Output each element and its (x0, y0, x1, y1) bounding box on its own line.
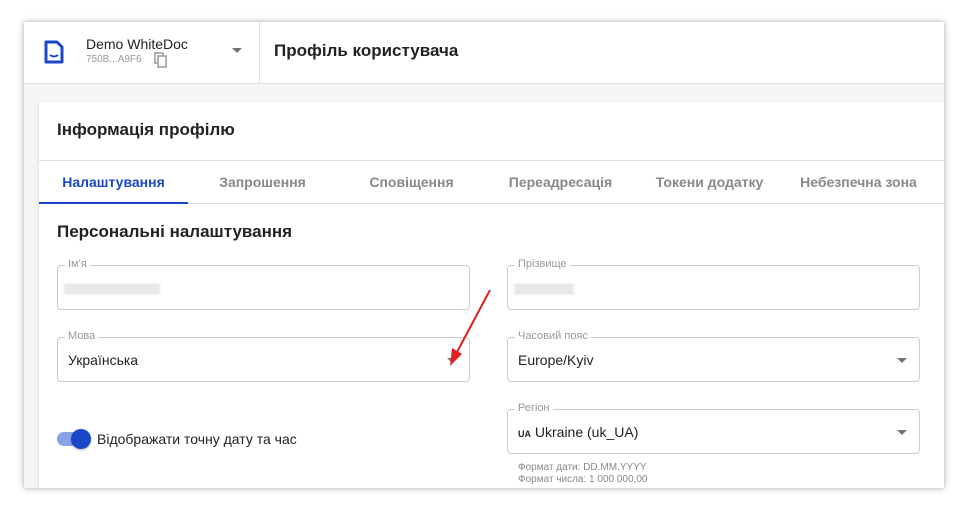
toggle-label: Відображати точну дату та час (97, 431, 297, 447)
flag-icon: UA (518, 429, 531, 439)
tab-notifications[interactable]: Сповіщення (337, 161, 486, 204)
red-arrow-annotation (450, 289, 491, 366)
number-format-hint: Формат числа: 1 000 000,00 (518, 474, 648, 485)
top-bar: Demo WhiteDoc 750B...A9F6 Профіль корист… (24, 22, 944, 84)
blurred-value (64, 284, 160, 294)
timezone-value: Europe/Kyiv (518, 352, 594, 368)
document-icon (44, 40, 64, 64)
workspace-name: Demo WhiteDoc (86, 36, 188, 52)
workspace-selector[interactable]: Demo WhiteDoc 750B...A9F6 (24, 22, 260, 84)
language-value: Українська (68, 352, 139, 368)
region-label: Регіон (515, 402, 553, 414)
page-title: Профіль користувача (274, 41, 459, 60)
copy-icon[interactable] (154, 52, 168, 68)
exact-datetime-toggle[interactable] (57, 429, 91, 449)
chevron-down-icon[interactable] (232, 48, 242, 53)
date-format-hint: Формат дати: DD.MM.YYYY (518, 462, 647, 473)
card-title: Інформація профілю (57, 120, 235, 139)
language-select[interactable]: Мова Українська (57, 330, 470, 382)
language-label: Мова (65, 330, 99, 342)
workspace-id: 750B...A9F6 (86, 54, 142, 65)
last-name-label: Прізвище (515, 258, 570, 270)
last-name-field[interactable]: Прізвище (507, 258, 920, 310)
app-window: Demo WhiteDoc 750B...A9F6 Профіль корист… (24, 22, 944, 488)
tab-forwarding[interactable]: Переадресація (486, 161, 635, 204)
tab-invitations[interactable]: Запрошення (188, 161, 337, 204)
tab-bar: Налаштування Запрошення Сповіщення Переа… (39, 160, 944, 204)
first-name-field[interactable]: Ім'я (57, 258, 470, 310)
chevron-down-icon (897, 358, 907, 363)
tab-settings[interactable]: Налаштування (39, 161, 188, 204)
tab-app-tokens[interactable]: Токени додатку (635, 161, 784, 204)
region-value: Ukraine (uk_UA) (534, 424, 639, 440)
region-select[interactable]: Регіон UA Ukraine (uk_UA) (507, 402, 920, 454)
section-title: Персональні налаштування (57, 222, 293, 241)
blurred-value (514, 284, 574, 294)
timezone-select[interactable]: Часовий пояс Europe/Kyiv (507, 330, 920, 382)
chevron-down-icon (897, 430, 907, 435)
first-name-label: Ім'я (65, 258, 90, 270)
tab-danger-zone[interactable]: Небезпечна зона (784, 161, 933, 204)
timezone-label: Часовий пояс (515, 330, 591, 342)
